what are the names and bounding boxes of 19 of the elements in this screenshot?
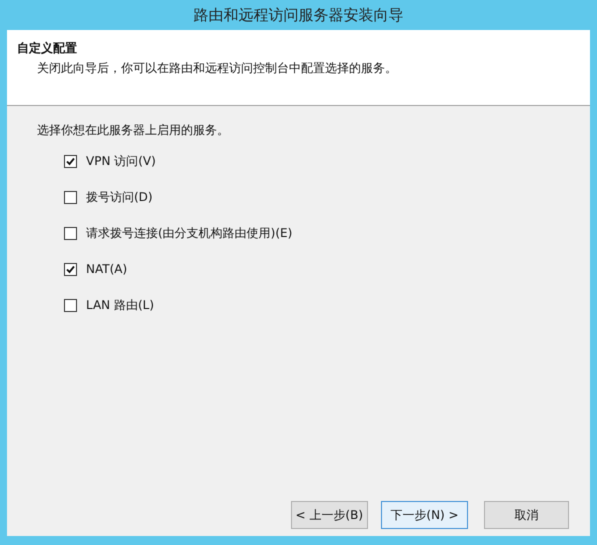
page-title: 自定义配置 xyxy=(17,40,78,57)
checkbox-label: LAN 路由(L) xyxy=(86,296,154,314)
checkbox-label: 请求拨号连接(由分支机构路由使用)(E) xyxy=(86,224,292,242)
cancel-button[interactable]: 取消 xyxy=(484,501,569,529)
checkmark-icon xyxy=(66,156,75,166)
window-title: 路由和远程访问服务器安装向导 xyxy=(194,6,404,24)
checkbox[interactable] xyxy=(64,262,77,276)
checkbox[interactable] xyxy=(64,226,77,240)
checkbox-label: 拨号访问(D) xyxy=(86,188,153,206)
checkbox[interactable] xyxy=(64,154,77,168)
checkbox-label: NAT(A) xyxy=(86,262,128,276)
page-subtitle: 关闭此向导后，你可以在路由和远程访问控制台中配置选择的服务。 xyxy=(37,60,398,77)
back-button[interactable]: < 上一步(B) xyxy=(290,501,368,529)
instruction-text: 选择你想在此服务器上启用的服务。 xyxy=(37,122,230,139)
checkbox[interactable] xyxy=(64,298,77,312)
checkmark-icon xyxy=(66,264,75,274)
next-button[interactable]: 下一步(N) > xyxy=(381,501,468,529)
checkbox[interactable] xyxy=(64,190,77,204)
checkbox-label: VPN 访问(V) xyxy=(86,152,156,170)
